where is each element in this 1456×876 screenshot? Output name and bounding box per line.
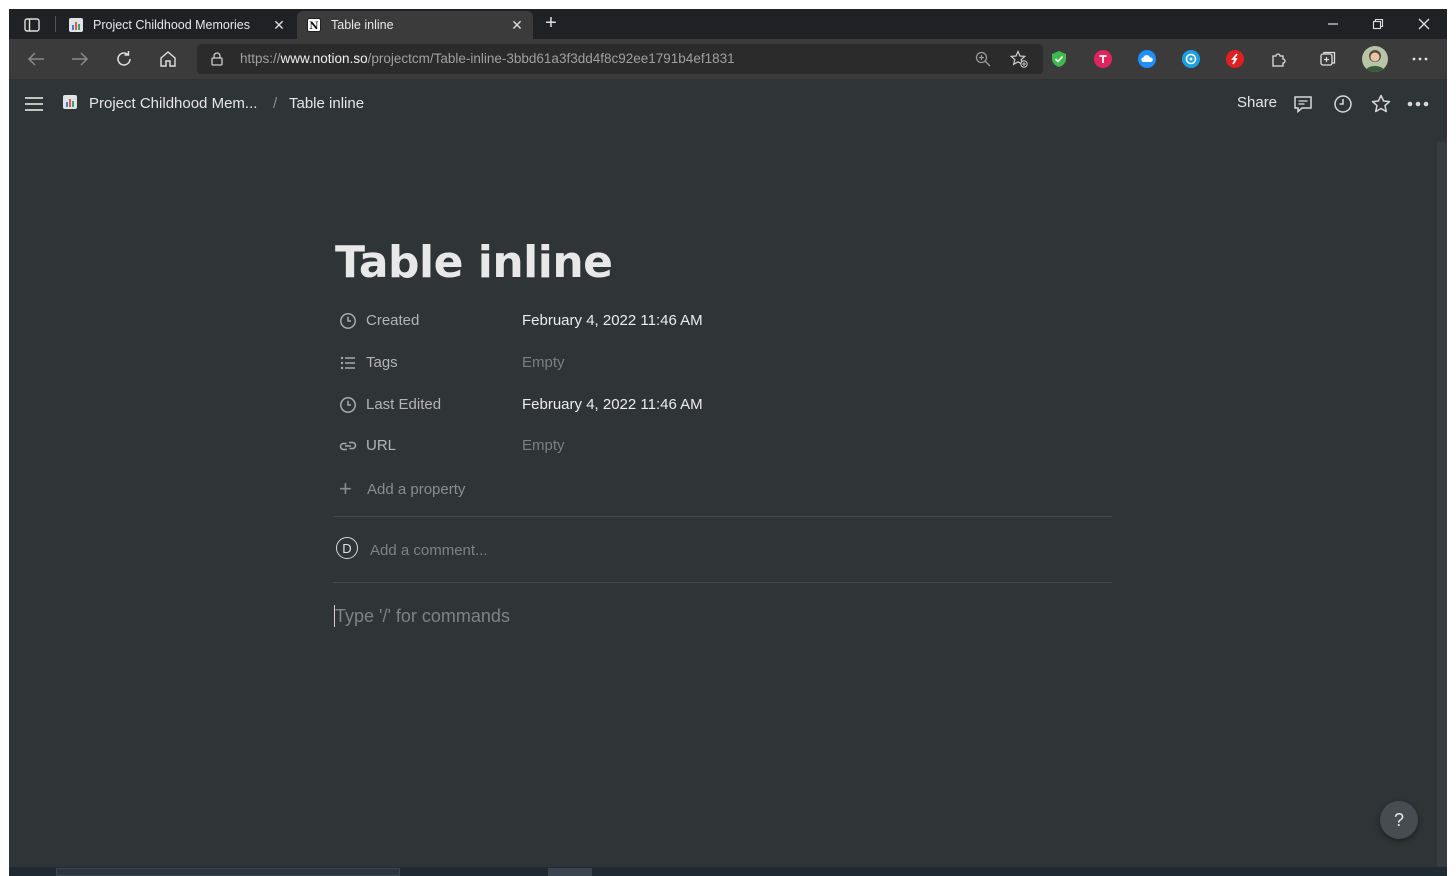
scrollbar[interactable] <box>1437 142 1447 867</box>
restore-icon[interactable] <box>1367 13 1389 35</box>
property-name: Last Edited <box>366 396 442 413</box>
forward-icon[interactable] <box>69 48 91 70</box>
notion-page-chart-icon <box>69 18 83 32</box>
notion-logo-icon: N <box>307 18 321 32</box>
property-name: Tags <box>366 354 398 371</box>
back-icon[interactable] <box>25 48 47 70</box>
notion-topbar: Project Childhood Mem... / Table inline … <box>9 79 1447 129</box>
clock-icon <box>340 397 356 413</box>
profile-avatar[interactable] <box>1362 46 1388 72</box>
collections-icon[interactable] <box>1317 48 1339 70</box>
taskbar-item[interactable] <box>548 868 592 876</box>
breadcrumb-current[interactable]: Table inline <box>289 95 364 112</box>
shield-extension-icon[interactable] <box>1050 50 1068 68</box>
close-tab-icon[interactable]: ✕ <box>509 17 525 33</box>
red-extension-icon[interactable] <box>1226 50 1244 68</box>
pink-extension-icon[interactable] <box>1094 50 1112 68</box>
extensions-puzzle-icon[interactable] <box>1268 48 1290 70</box>
more-menu-icon[interactable] <box>1409 48 1431 70</box>
plus-icon: + <box>339 476 352 501</box>
cloud-extension-icon[interactable] <box>1138 50 1156 68</box>
list-icon <box>340 356 355 370</box>
taskbar-item[interactable] <box>56 868 400 876</box>
tab-table-inline[interactable]: N Table inline ✕ <box>297 11 533 39</box>
close-tab-icon[interactable]: ✕ <box>271 17 287 33</box>
property-name: URL <box>366 437 397 454</box>
clock-icon <box>340 313 356 329</box>
page-title[interactable]: Table inline <box>335 237 613 288</box>
tab-strip: Project Childhood Memories ✕ N Table inl… <box>9 9 1447 39</box>
minimize-icon[interactable] <box>1322 13 1344 35</box>
property-last-edited[interactable]: Last Edited February 4, 2022 11:46 AM <box>335 388 1115 422</box>
svg-text:N: N <box>309 21 318 32</box>
breadcrumb-parent[interactable]: Project Childhood Mem... <box>89 95 257 112</box>
blue-circle-extension-icon[interactable] <box>1182 50 1200 68</box>
tab-title: Table inline <box>331 18 394 32</box>
taskbar-strip <box>9 867 1447 876</box>
address-bar[interactable]: https://www.notion.so/projectcm/Table-in… <box>197 44 1043 74</box>
tab-actions-icon[interactable] <box>19 15 45 35</box>
breadcrumb-separator: / <box>273 95 278 112</box>
favorite-star-icon[interactable] <box>1370 93 1392 115</box>
link-icon <box>339 441 357 451</box>
property-value[interactable]: Empty <box>522 354 565 371</box>
tab-project-childhood-memories[interactable]: Project Childhood Memories ✕ <box>59 11 295 39</box>
history-clock-icon[interactable] <box>1332 93 1354 115</box>
divider <box>333 516 1112 517</box>
new-tab-icon[interactable]: + <box>541 13 561 34</box>
browser-toolbar: https://www.notion.so/projectcm/Table-in… <box>9 39 1447 79</box>
home-icon[interactable] <box>157 48 179 70</box>
refresh-icon[interactable] <box>113 48 135 70</box>
property-name: Created <box>366 312 420 329</box>
property-tags[interactable]: Tags Empty <box>335 346 1115 380</box>
add-property-label: Add a property <box>367 481 466 498</box>
editor-block-input[interactable]: Type '/' for commands <box>335 606 510 627</box>
more-options-icon[interactable] <box>1407 93 1429 115</box>
lock-icon[interactable] <box>211 52 223 66</box>
property-value: February 4, 2022 11:46 AM <box>522 312 703 329</box>
tab-separator <box>55 16 56 32</box>
user-avatar: D <box>336 537 358 559</box>
sidebar-menu-icon[interactable] <box>23 93 45 115</box>
parent-page-icon <box>62 94 78 110</box>
add-favorite-icon[interactable] <box>1010 50 1028 68</box>
property-value[interactable]: Empty <box>522 437 565 454</box>
url-text: https://www.notion.so/projectcm/Table-in… <box>240 51 735 66</box>
comment-input[interactable]: Add a comment... <box>370 542 488 559</box>
property-created[interactable]: Created February 4, 2022 11:46 AM <box>335 304 1115 338</box>
comments-icon[interactable] <box>1292 93 1314 115</box>
property-url[interactable]: URL Empty <box>335 429 1115 463</box>
help-button[interactable]: ? <box>1380 801 1418 839</box>
close-window-icon[interactable] <box>1413 13 1435 35</box>
share-button[interactable]: Share <box>1237 94 1277 111</box>
tab-title: Project Childhood Memories <box>93 18 251 32</box>
property-value: February 4, 2022 11:46 AM <box>522 396 703 413</box>
zoom-icon[interactable] <box>975 51 991 67</box>
browser-window: Project Childhood Memories ✕ N Table inl… <box>9 9 1447 876</box>
divider <box>333 582 1112 583</box>
